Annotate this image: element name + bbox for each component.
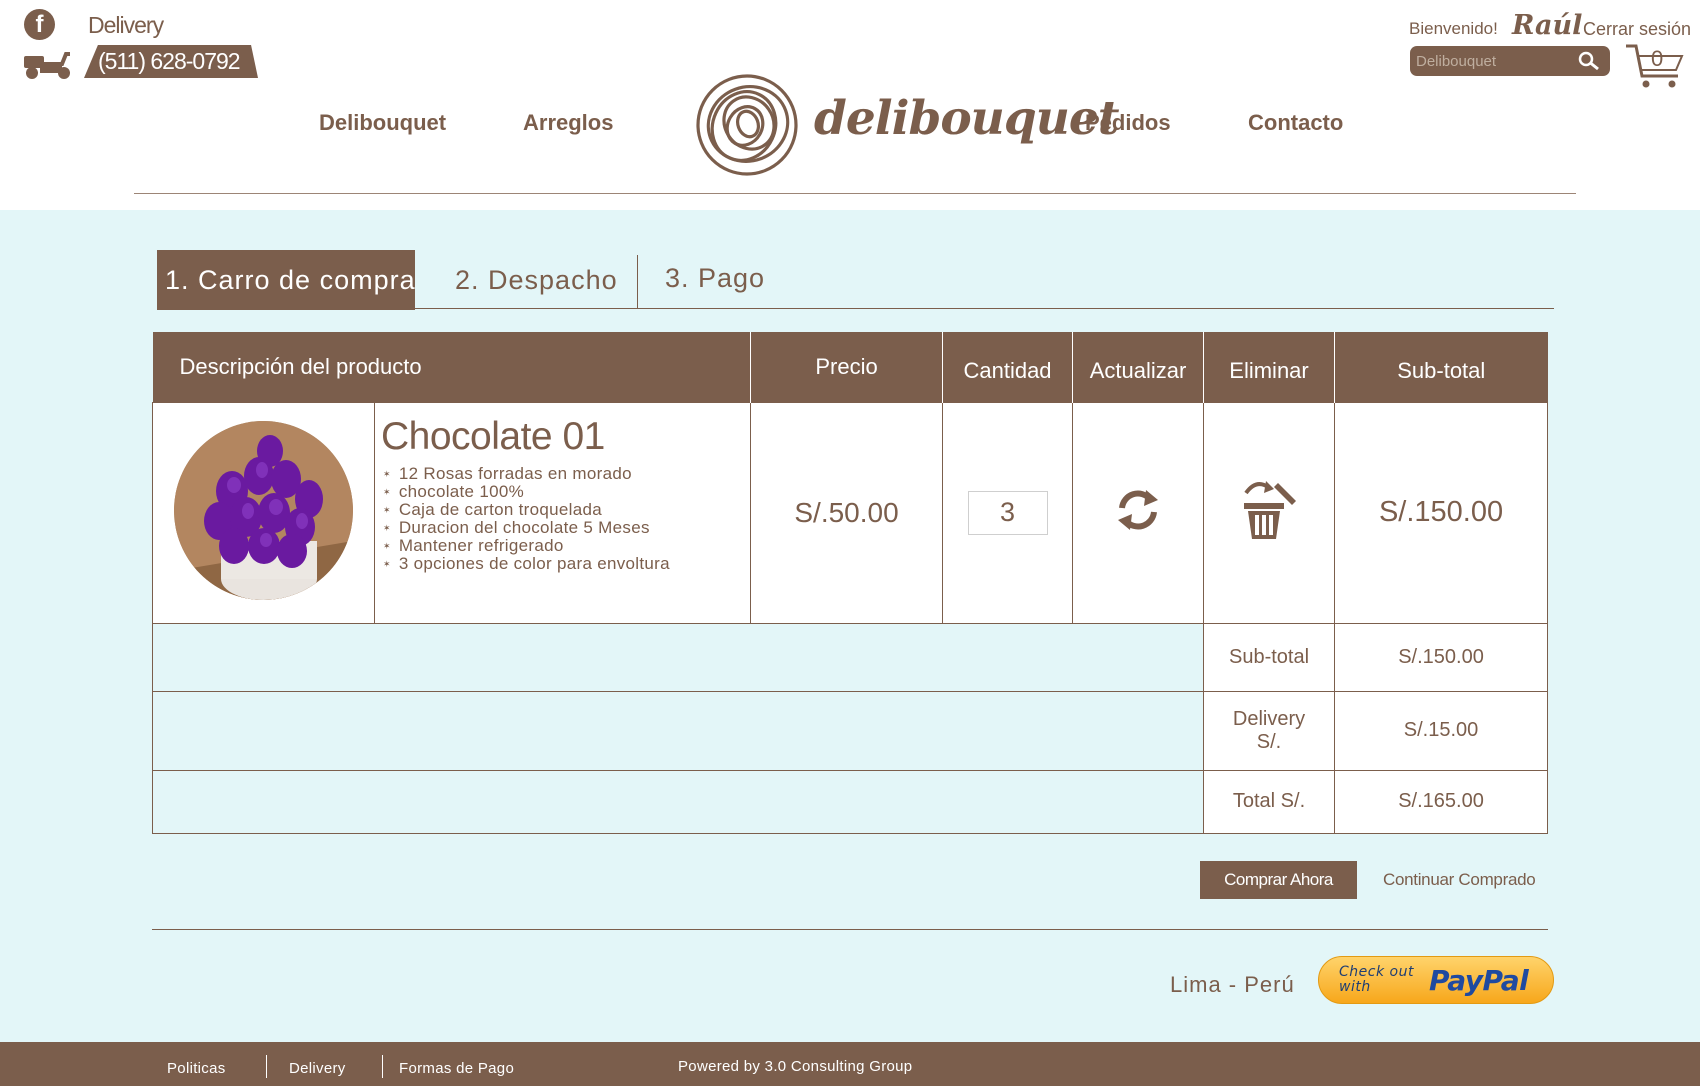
product-features: 12 Rosas forradas en morado chocolate 10… [375,464,750,573]
location-text: Lima - Perú [1170,972,1295,997]
summary-value: S/.165.00 [1334,769,1549,834]
cart-table: Descripción del producto Precio Cantidad… [151,332,1549,834]
logo-text[interactable]: delibouquet [814,91,1120,146]
product-description-cell: Chocolate 01 12 Rosas forradas en morado… [373,401,752,624]
delivery-label: Delivery [88,12,164,38]
update-cell [1072,401,1205,624]
table-header-row: Descripción del producto Precio Cantidad… [152,332,1548,402]
paypal-checkout-button[interactable]: Check out with PayPal [1318,956,1554,1004]
summary-blank [151,622,1205,692]
step-payment[interactable]: 3. Pago [657,248,765,308]
header-price: Precio [750,332,944,402]
footer-divider [382,1055,383,1078]
footer-link-formas-de-pago[interactable]: Formas de Pago [399,1060,514,1077]
search-box [1410,46,1610,76]
continue-shopping-link[interactable]: Continuar Comprado [1383,870,1536,890]
nav-arreglos[interactable]: Arreglos [523,110,613,136]
summary-blank [151,690,1205,771]
header-delete: Eliminar [1203,332,1336,402]
step-divider [637,255,638,308]
quantity-cell [942,401,1074,624]
summary-row: Total S/. S/.165.00 [151,769,1549,834]
quantity-input[interactable] [967,490,1048,535]
product-image[interactable] [174,420,353,600]
scooter-icon [24,52,70,79]
powered-by-text: Powered by 3.0 Consulting Group [678,1058,913,1075]
header-description: Descripción del producto [152,332,752,402]
footer-link-politicas[interactable]: Politicas [167,1060,226,1077]
trash-icon[interactable] [1238,479,1300,541]
paypal-check-text: Check out with [1339,964,1414,995]
cart-count: 0 [1651,46,1664,71]
search-input[interactable] [1410,52,1570,70]
header-quantity: Cantidad [942,332,1074,402]
summary-label: Total S/. [1203,769,1336,834]
search-icon[interactable] [1578,51,1600,71]
product-price: S/.50.00 [750,401,944,624]
logo-icon[interactable] [694,72,800,178]
site-footer: Politicas Delivery Formas de Pago Powere… [0,1042,1700,1086]
user-name: Raúl [1512,10,1583,41]
facebook-icon[interactable]: f [24,9,55,40]
paypal-logo: PayPal [1429,963,1529,997]
nav-delibouquet[interactable]: Delibouquet [319,110,446,136]
summary-label: Sub-total [1203,622,1336,692]
delete-cell [1203,401,1336,624]
summary-label: Delivery S/. [1203,690,1336,771]
cart-page: 1. Carro de compra 2. Despacho 3. Pago D… [0,210,1700,1042]
feature-item: Duracion del chocolate 5 Meses [383,519,750,537]
buy-now-button[interactable]: Comprar Ahora [1200,861,1357,899]
logout-link[interactable]: Cerrar sesión [1583,19,1691,40]
welcome-text: Bienvenido! [1409,19,1498,38]
product-subtotal: S/.150.00 [1334,401,1549,624]
nav-contacto[interactable]: Contacto [1248,110,1343,136]
summary-value: S/.15.00 [1334,690,1549,771]
product-image-cell [152,401,375,624]
footer-link-delivery[interactable]: Delivery [289,1060,346,1077]
checkout-steps: 1. Carro de compra 2. Despacho 3. Pago [157,250,1554,310]
feature-item: 3 opciones de color para envoltura [383,555,750,573]
summary-blank [151,769,1205,834]
step-cart[interactable]: 1. Carro de compra [157,250,415,310]
footer-divider [266,1055,267,1078]
summary-value: S/.150.00 [1334,622,1549,692]
feature-item: 12 Rosas forradas en morado [383,464,750,483]
phone-number: (511) 628-0792 [84,45,258,78]
header-divider [134,193,1576,194]
summary-row: Delivery S/. S/.15.00 [151,690,1549,771]
site-header: f Delivery (511) 628-0792 Bienvenido! Ra… [0,0,1700,210]
header-subtotal: Sub-total [1334,332,1548,402]
steps-divider [157,308,1554,309]
summary-row: Sub-total S/.150.00 [151,622,1549,692]
step-shipping[interactable]: 2. Despacho [447,250,618,310]
feature-item: Mantener refrigerado [383,537,750,555]
header-update: Actualizar [1072,332,1205,402]
table-row: Chocolate 01 12 Rosas forradas en morado… [152,401,1549,624]
feature-item: Caja de carton troquelada [383,501,750,519]
content-divider [152,929,1548,930]
product-name[interactable]: Chocolate 01 [375,415,750,459]
refresh-icon[interactable] [1116,488,1160,532]
feature-item: chocolate 100% [383,483,750,501]
